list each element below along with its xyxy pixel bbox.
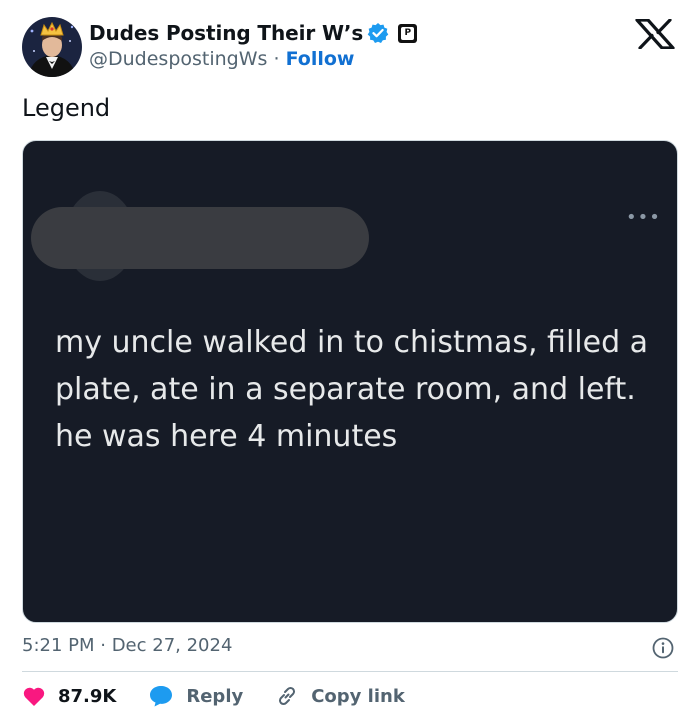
like-count: 87.9K xyxy=(58,685,117,707)
author-handle[interactable]: @DudespostingWs xyxy=(89,48,267,70)
follow-button[interactable]: Follow xyxy=(286,48,355,70)
handle-separator: · xyxy=(273,48,280,70)
author-handle-row: @DudespostingWs · Follow xyxy=(89,48,354,70)
tweet-text: Legend xyxy=(22,94,111,122)
reply-icon xyxy=(150,686,173,707)
author-avatar[interactable] xyxy=(22,17,82,77)
screenshot-post-text: my uncle walked in to chistmas, filled a… xyxy=(55,325,649,454)
divider xyxy=(22,671,678,672)
redacted-name-bar xyxy=(31,207,369,269)
action-bar: 87.9K Reply Copy link xyxy=(22,684,437,708)
verified-icon xyxy=(367,23,389,43)
link-icon xyxy=(279,686,296,706)
tweet-media-image[interactable]: ••• my uncle walked in to chistmas, fill… xyxy=(22,140,678,623)
x-logo-icon[interactable] xyxy=(634,19,676,49)
copy-link-button[interactable]: Copy link xyxy=(275,684,405,708)
info-icon[interactable] xyxy=(652,637,674,659)
reply-button[interactable]: Reply xyxy=(148,684,243,708)
author-name-row[interactable]: Dudes Posting Their W’s P xyxy=(89,21,418,45)
like-button[interactable]: 87.9K xyxy=(22,685,116,707)
tweet-timestamp[interactable]: 5:21 PM · Dec 27, 2024 xyxy=(22,635,232,656)
more-options-icon: ••• xyxy=(626,207,661,228)
affiliate-badge-icon: P xyxy=(398,23,418,43)
copy-link-label: Copy link xyxy=(311,685,405,707)
reply-label: Reply xyxy=(186,685,244,707)
author-display-name[interactable]: Dudes Posting Their W’s xyxy=(89,21,363,45)
heart-icon xyxy=(23,687,45,706)
